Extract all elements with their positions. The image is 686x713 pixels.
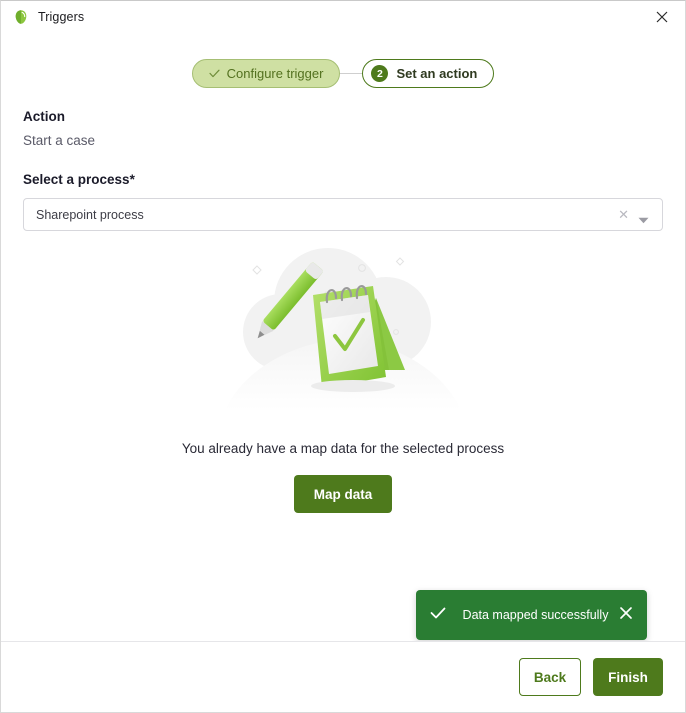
map-data-button-row: Map data <box>23 475 663 513</box>
map-data-button[interactable]: Map data <box>293 475 393 513</box>
check-icon <box>430 606 446 624</box>
empty-state-illustration-wrap <box>23 237 663 417</box>
action-heading: Action <box>23 109 65 124</box>
process-select-value: Sharepoint process <box>36 207 144 222</box>
stepper-connector <box>340 73 363 74</box>
step-number-badge: 2 <box>371 65 389 82</box>
finish-button[interactable]: Finish <box>593 658 663 696</box>
title-bar: Triggers <box>1 1 685 33</box>
chevron-down-icon[interactable] <box>638 211 649 224</box>
back-button[interactable]: Back <box>519 658 581 696</box>
step-configure-trigger[interactable]: Configure trigger <box>191 59 341 88</box>
process-select[interactable]: Sharepoint process ✕ <box>23 198 663 231</box>
empty-state-message: You already have a map data for the sele… <box>181 441 505 456</box>
step-label: Configure trigger <box>226 66 324 81</box>
dialog-body: Configure trigger 2 Set an action Action… <box>1 33 685 641</box>
step-set-an-action[interactable]: 2 Set an action <box>362 59 495 88</box>
close-small-icon[interactable]: ✕ <box>609 208 638 221</box>
notepad-pencil-illustration <box>223 240 463 415</box>
triggers-leaf-icon <box>13 9 29 25</box>
success-toast: Data mapped successfully <box>416 590 647 640</box>
close-icon[interactable] <box>619 606 633 625</box>
toast-message: Data mapped successfully <box>462 608 609 622</box>
window-title: Triggers <box>38 10 85 24</box>
action-value: Start a case <box>23 133 96 148</box>
wizard-stepper: Configure trigger 2 Set an action <box>23 59 663 88</box>
close-icon[interactable] <box>639 1 685 33</box>
dialog-footer: Back Finish <box>1 641 685 712</box>
triggers-dialog: Triggers Configure trigger 2 Set an acti… <box>0 0 686 713</box>
process-field-label: Select a process* <box>23 172 135 187</box>
step-label: Set an action <box>396 66 478 81</box>
check-icon <box>209 69 220 78</box>
